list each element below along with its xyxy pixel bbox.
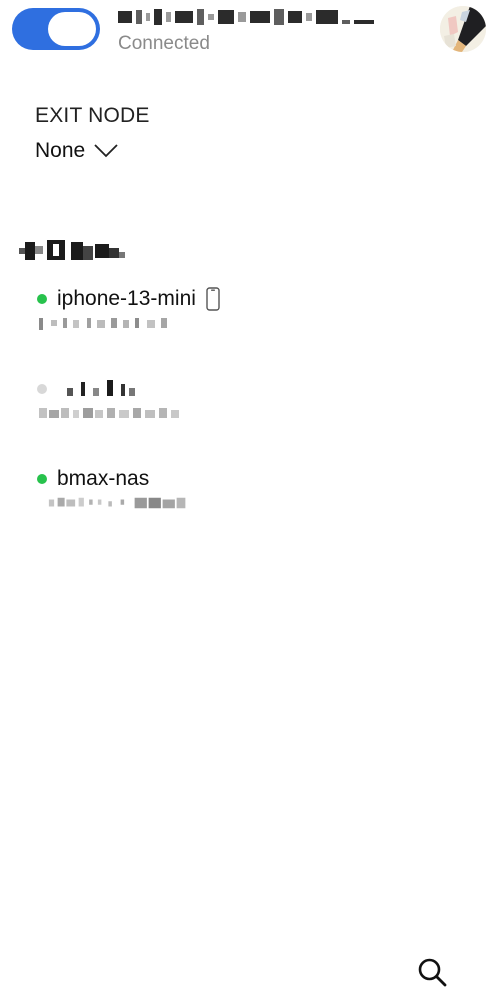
device-name: iphone-13-mini [57,287,196,310]
device-item-bmax-nas[interactable]: bmax-nas [37,466,337,522]
connection-status: Connected [118,33,210,54]
exit-node-label: EXIT NODE [35,104,150,127]
chevron-down-icon [94,144,118,158]
device-name: bmax-nas [57,467,150,490]
vpn-toggle[interactable] [12,8,100,50]
search-icon [418,958,447,987]
exit-node-select[interactable]: None [35,138,119,164]
tailnet-name-redacted [118,8,384,26]
exit-node-value: None [35,139,86,162]
search-button[interactable] [415,955,451,991]
online-status-dot [37,474,47,484]
device-item-iphone[interactable]: iphone-13-mini [37,286,337,342]
device-name-redacted [67,380,135,396]
online-status-dot [37,294,47,304]
device-item-offline[interactable] [37,376,337,432]
toggle-knob [48,12,96,46]
device-ip-redacted [39,318,167,330]
avatar[interactable] [440,6,486,52]
phone-icon [206,287,220,311]
header: Connected [0,0,500,70]
device-ip-redacted [39,408,179,418]
device-ip-redacted [48,497,186,509]
device-owner-heading-redacted [19,240,125,260]
offline-status-dot [37,384,47,394]
avatar-image [440,6,486,52]
